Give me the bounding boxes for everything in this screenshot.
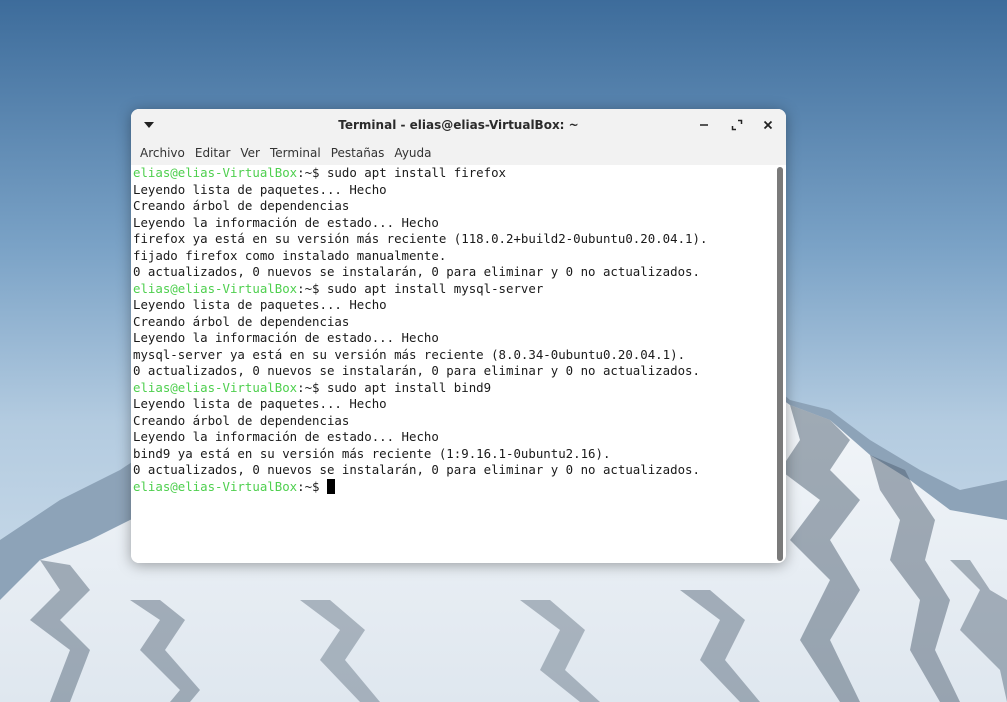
output-line: bind9 ya está en su versión más reciente… [133, 445, 611, 461]
close-button[interactable] [759, 116, 777, 134]
window-title: Terminal - elias@elias-VirtualBox: ~ [338, 118, 579, 132]
output-line: firefox ya está en su versión más recien… [133, 231, 708, 246]
output-line: Leyendo la información de estado... Hech… [133, 429, 439, 444]
title-bar[interactable]: Terminal - elias@elias-VirtualBox: ~ [131, 109, 786, 141]
output-line: 0 actualizados, 0 nuevos se instalarán, … [133, 264, 700, 279]
close-icon [763, 120, 773, 130]
prompt-line: elias@elias-VirtualBox:~$ sudo apt insta… [133, 281, 776, 298]
output-line: Leyendo lista de paquetes... Hecho [133, 181, 387, 197]
prompt-user: elias@elias-VirtualBox [133, 165, 298, 180]
prompt-path: :~$ [297, 165, 320, 180]
command-text: sudo apt install firefox [319, 165, 507, 180]
command-text: sudo apt install mysql-server [319, 280, 544, 296]
output-line: mysql-server ya está en su versión más r… [133, 346, 686, 362]
minimize-button[interactable] [695, 116, 713, 134]
output-line: Leyendo la información de estado... Hech… [133, 330, 439, 345]
output-line: Creando árbol de dependencias [133, 198, 350, 213]
terminal-output[interactable]: elias@elias-VirtualBox:~$ sudo apt insta… [131, 165, 776, 563]
prompt-path: :~$ [297, 280, 320, 296]
output-line: Creando árbol de dependencias [133, 313, 350, 329]
prompt-line: elias@elias-VirtualBox:~$ [133, 478, 776, 496]
output-line: Creando árbol de dependencias [133, 412, 350, 428]
menu-ayuda[interactable]: Ayuda [389, 143, 436, 163]
maximize-button[interactable] [728, 116, 746, 134]
menu-bar: Archivo Editar Ver Terminal Pestañas Ayu… [131, 141, 786, 165]
output-line: 0 actualizados, 0 nuevos se instalarán, … [133, 363, 700, 378]
prompt-line: elias@elias-VirtualBox:~$ sudo apt insta… [133, 165, 776, 182]
prompt-user: elias@elias-VirtualBox [133, 379, 298, 395]
scrollbar-thumb[interactable] [777, 167, 783, 561]
output-line: Leyendo lista de paquetes... Hecho [133, 396, 387, 411]
output-line: fijado firefox como instalado manualment… [133, 247, 447, 263]
minimize-icon [700, 124, 708, 126]
menu-editar[interactable]: Editar [190, 143, 236, 163]
prompt-user: elias@elias-VirtualBox [133, 478, 298, 494]
command-text [320, 479, 327, 494]
menu-pestanas[interactable]: Pestañas [326, 143, 390, 163]
output-line: 0 actualizados, 0 nuevos se instalarán, … [133, 462, 700, 477]
menu-terminal[interactable]: Terminal [265, 143, 326, 163]
output-line: Leyendo lista de paquetes... Hecho [133, 297, 387, 312]
prompt-user: elias@elias-VirtualBox [133, 280, 298, 296]
prompt-line: elias@elias-VirtualBox:~$ sudo apt insta… [133, 380, 776, 397]
terminal-window[interactable]: Terminal - elias@elias-VirtualBox: ~ Arc… [131, 109, 786, 563]
menu-archivo[interactable]: Archivo [135, 143, 190, 163]
prompt-path: :~$ [297, 379, 320, 395]
command-text: sudo apt install bind9 [319, 379, 492, 395]
maximize-icon [731, 119, 743, 131]
output-line: Leyendo la información de estado... Hech… [133, 214, 439, 230]
menu-ver[interactable]: Ver [235, 143, 265, 163]
vertical-scrollbar[interactable] [777, 167, 783, 561]
text-cursor [326, 478, 335, 494]
prompt-path: :~$ [297, 478, 320, 494]
